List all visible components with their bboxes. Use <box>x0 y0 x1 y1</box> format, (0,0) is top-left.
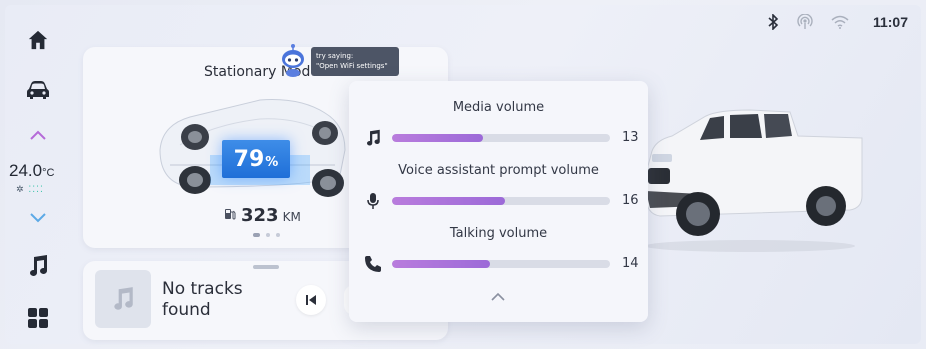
album-art-placeholder <box>95 270 151 328</box>
track-title-line2: found <box>162 300 211 320</box>
hotspot-icon[interactable] <box>797 14 813 30</box>
card-page-indicator[interactable] <box>253 233 280 237</box>
temperature-unit: °C <box>42 167 55 179</box>
page-dot <box>253 233 260 237</box>
temperature-down-button[interactable] <box>5 207 71 227</box>
track-title: No tracks found <box>162 279 272 321</box>
track-title-line1: No tracks <box>162 279 243 299</box>
volume-label-voice-assistant: Voice assistant prompt volume <box>398 163 599 178</box>
volume-slider-talking[interactable]: 14 <box>362 254 642 274</box>
apps-button[interactable] <box>5 305 71 331</box>
temperature-display[interactable]: 24.0°C <box>9 161 54 181</box>
status-bar: 11:07 <box>767 14 908 30</box>
battery-level-display: 79% <box>222 140 290 178</box>
temperature-value: 24.0 <box>9 161 43 180</box>
phone-icon <box>362 254 384 274</box>
voice-assistant-avatar[interactable] <box>276 42 310 78</box>
range-value: 323 <box>241 205 279 226</box>
apps-grid-icon <box>28 308 48 328</box>
volume-label-media: Media volume <box>452 100 545 115</box>
assistant-hint-line1: try saying: <box>316 52 354 60</box>
previous-track-button[interactable] <box>296 285 326 315</box>
page-dot <box>276 233 280 237</box>
music-note-icon <box>114 287 133 310</box>
fan-speed-indicator: ✲ ⁚⁚⁚⁚ <box>16 185 44 195</box>
page-dot <box>266 233 270 237</box>
collapse-panel-chevron-up-icon[interactable] <box>490 292 506 302</box>
assistant-hint-bubble: try saying: "Open WiFi settings" <box>311 47 399 76</box>
range-unit: KM <box>282 210 301 224</box>
skip-previous-icon <box>306 295 316 305</box>
volume-value: 14 <box>622 256 639 271</box>
fan-icon: ✲ <box>16 185 25 195</box>
card-drag-handle[interactable] <box>253 265 279 269</box>
vehicle-exterior-image <box>645 109 863 252</box>
volume-fill <box>392 260 491 268</box>
volume-label-talking: Talking volume <box>449 226 548 241</box>
volume-fill <box>392 134 484 142</box>
volume-track[interactable] <box>392 197 610 205</box>
chevron-down-icon <box>30 213 46 223</box>
temperature-up-button[interactable] <box>5 125 71 145</box>
battery-percent: 79 <box>233 146 265 172</box>
volume-track[interactable] <box>392 260 610 268</box>
wifi-icon[interactable] <box>831 15 849 29</box>
vehicle-button[interactable] <box>5 77 71 103</box>
car-icon <box>27 81 49 99</box>
sidebar: 24.0°C ✲ ⁚⁚⁚⁚ <box>5 5 71 344</box>
driving-range: 323 KM <box>223 205 301 226</box>
chevron-up-icon <box>30 130 46 140</box>
home-icon <box>28 30 48 50</box>
volume-slider-voice-assistant[interactable]: 16 <box>362 191 642 211</box>
music-note-icon <box>362 128 384 148</box>
home-button[interactable] <box>5 27 71 53</box>
battery-percent-sign: % <box>265 154 279 170</box>
volume-value: 13 <box>622 130 639 145</box>
assistant-hint-line2: "Open WiFi settings" <box>316 62 388 70</box>
music-button[interactable] <box>5 253 71 279</box>
volume-value: 16 <box>622 193 639 208</box>
fan-level-dots: ⁚⁚⁚⁚ <box>28 185 44 195</box>
music-note-icon <box>30 255 47 276</box>
volume-slider-media[interactable]: 13 <box>362 128 642 148</box>
fuel-pump-icon <box>225 209 236 220</box>
clock: 11:07 <box>872 14 908 30</box>
volume-fill <box>392 197 505 205</box>
volume-track[interactable] <box>392 134 610 142</box>
microphone-icon <box>362 191 384 211</box>
bluetooth-icon[interactable] <box>767 14 779 30</box>
